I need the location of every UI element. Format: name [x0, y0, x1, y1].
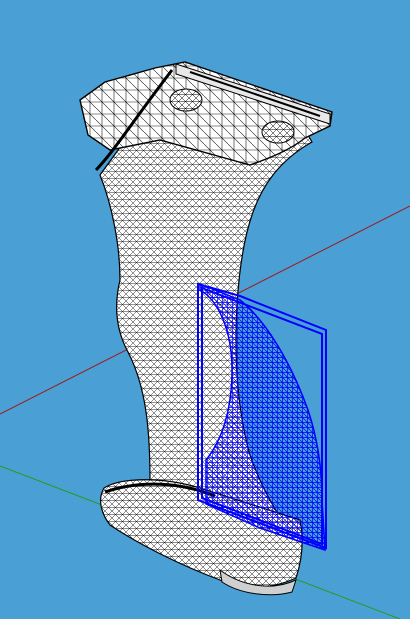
boss-left-mesh [170, 89, 202, 111]
3d-viewport[interactable] [0, 0, 410, 619]
viewport-canvas[interactable] [0, 0, 410, 619]
boss-right-mesh [262, 121, 294, 143]
